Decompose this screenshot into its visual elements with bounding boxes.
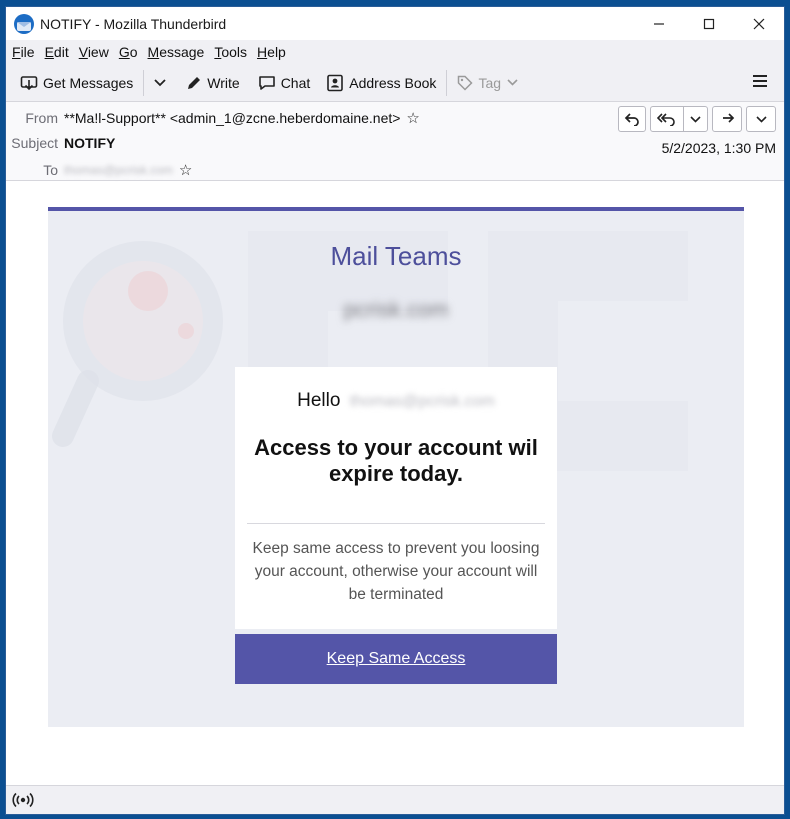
menu-view[interactable]: View bbox=[79, 44, 109, 60]
to-label: To bbox=[43, 162, 58, 178]
reply-all-button[interactable] bbox=[651, 107, 683, 131]
tag-button[interactable]: Tag bbox=[451, 68, 529, 98]
maximize-button[interactable] bbox=[684, 7, 734, 40]
reply-all-icon bbox=[657, 113, 675, 126]
keep-access-button[interactable]: Keep Same Access bbox=[235, 634, 557, 684]
close-icon bbox=[753, 18, 765, 29]
pencil-icon bbox=[188, 76, 201, 89]
radio-wave-icon[interactable] bbox=[12, 792, 34, 808]
body-text: Keep same access to prevent you loosing … bbox=[252, 540, 540, 603]
header-actions bbox=[618, 106, 776, 132]
menu-bar: File Edit View Go Message Tools Help bbox=[6, 40, 784, 64]
chevron-down-icon bbox=[507, 79, 518, 86]
subject-label: Subject bbox=[11, 135, 58, 151]
menu-go[interactable]: Go bbox=[119, 44, 138, 60]
address-book-button[interactable]: Address Book bbox=[320, 68, 442, 98]
reply-all-group bbox=[650, 106, 708, 132]
menu-file[interactable]: File bbox=[12, 44, 35, 60]
thunderbird-window: NOTIFY - Mozilla Thunderbird File Edit V… bbox=[5, 6, 785, 815]
get-messages-label: Get Messages bbox=[43, 74, 134, 91]
reply-all-dropdown[interactable] bbox=[683, 107, 707, 131]
headline: Access to your account wil expire today. bbox=[254, 435, 538, 486]
star-icon[interactable]: ☆ bbox=[179, 161, 192, 179]
chat-label: Chat bbox=[280, 74, 311, 91]
get-messages-button[interactable]: Get Messages bbox=[14, 68, 139, 98]
hamburger-icon bbox=[753, 75, 767, 87]
reply-button[interactable] bbox=[618, 106, 646, 132]
maximize-icon bbox=[703, 18, 715, 29]
from-value[interactable]: **Ma!l-Support** <admin_1@zcne.heberdoma… bbox=[64, 110, 400, 126]
greeting: Hello thomas@pcrisk.com bbox=[235, 390, 557, 412]
from-row: From **Ma!l-Support** <admin_1@zcne.hebe… bbox=[6, 109, 420, 127]
recipient-domain: pcrisk.com bbox=[343, 297, 449, 322]
minimize-icon bbox=[654, 22, 664, 25]
forward-button[interactable] bbox=[713, 107, 741, 131]
chat-bubble-icon bbox=[258, 75, 275, 90]
star-icon[interactable]: ☆ bbox=[406, 109, 419, 127]
title-bar: NOTIFY - Mozilla Thunderbird bbox=[6, 7, 784, 40]
from-label: From bbox=[25, 110, 58, 126]
write-button[interactable]: Write bbox=[180, 68, 245, 98]
minimize-button[interactable] bbox=[634, 7, 684, 40]
tag-icon bbox=[458, 75, 473, 91]
menu-help[interactable]: Help bbox=[257, 44, 286, 60]
chevron-down-icon bbox=[755, 115, 767, 123]
window-controls bbox=[634, 7, 784, 40]
subject-row: Subject NOTIFY bbox=[6, 135, 115, 151]
subject-value: NOTIFY bbox=[64, 135, 116, 151]
app-menu-button[interactable] bbox=[752, 74, 768, 91]
download-icon bbox=[20, 75, 38, 90]
message-header: From **Ma!l-Support** <admin_1@zcne.hebe… bbox=[6, 102, 784, 181]
get-messages-dropdown[interactable] bbox=[148, 68, 172, 98]
message-date: 5/2/2023, 1:30 PM bbox=[661, 140, 776, 156]
chat-button[interactable]: Chat bbox=[252, 68, 317, 98]
thunderbird-icon bbox=[14, 13, 34, 34]
tag-label: Tag bbox=[478, 74, 502, 91]
message-panel: Hello thomas@pcrisk.com Access to your a… bbox=[235, 367, 557, 629]
divider bbox=[247, 523, 545, 524]
menu-edit[interactable]: Edit bbox=[45, 44, 69, 60]
menu-tools[interactable]: Tools bbox=[214, 44, 247, 60]
window-title: NOTIFY - Mozilla Thunderbird bbox=[40, 15, 227, 32]
to-row: To thomas@pcrisk.com ☆ bbox=[6, 161, 192, 179]
forward-icon bbox=[723, 113, 735, 123]
main-toolbar: Get Messages Write Chat Address Book Tag bbox=[6, 64, 784, 102]
toolbar-divider bbox=[446, 69, 448, 96]
more-button[interactable] bbox=[746, 106, 776, 132]
forward-group bbox=[712, 106, 742, 132]
message-body: Mail Teams pcrisk.com Hello thomas@pcris… bbox=[6, 187, 784, 785]
greeting-email: thomas@pcrisk.com bbox=[349, 393, 495, 410]
status-bar bbox=[6, 785, 784, 814]
write-label: Write bbox=[207, 74, 240, 91]
email-card: Mail Teams pcrisk.com Hello thomas@pcris… bbox=[48, 207, 744, 727]
brand-title: Mail Teams bbox=[330, 241, 462, 271]
close-button[interactable] bbox=[734, 7, 784, 40]
to-value[interactable]: thomas@pcrisk.com bbox=[64, 163, 173, 177]
toolbar-divider bbox=[143, 69, 145, 96]
address-book-icon bbox=[327, 74, 344, 91]
address-book-label: Address Book bbox=[349, 74, 437, 91]
reply-icon bbox=[624, 113, 639, 126]
chevron-down-icon bbox=[154, 78, 166, 86]
chevron-down-icon bbox=[690, 115, 701, 123]
menu-message[interactable]: Message bbox=[148, 44, 205, 60]
greeting-text: Hello bbox=[297, 390, 341, 411]
keep-access-link[interactable]: Keep Same Access bbox=[327, 650, 466, 668]
